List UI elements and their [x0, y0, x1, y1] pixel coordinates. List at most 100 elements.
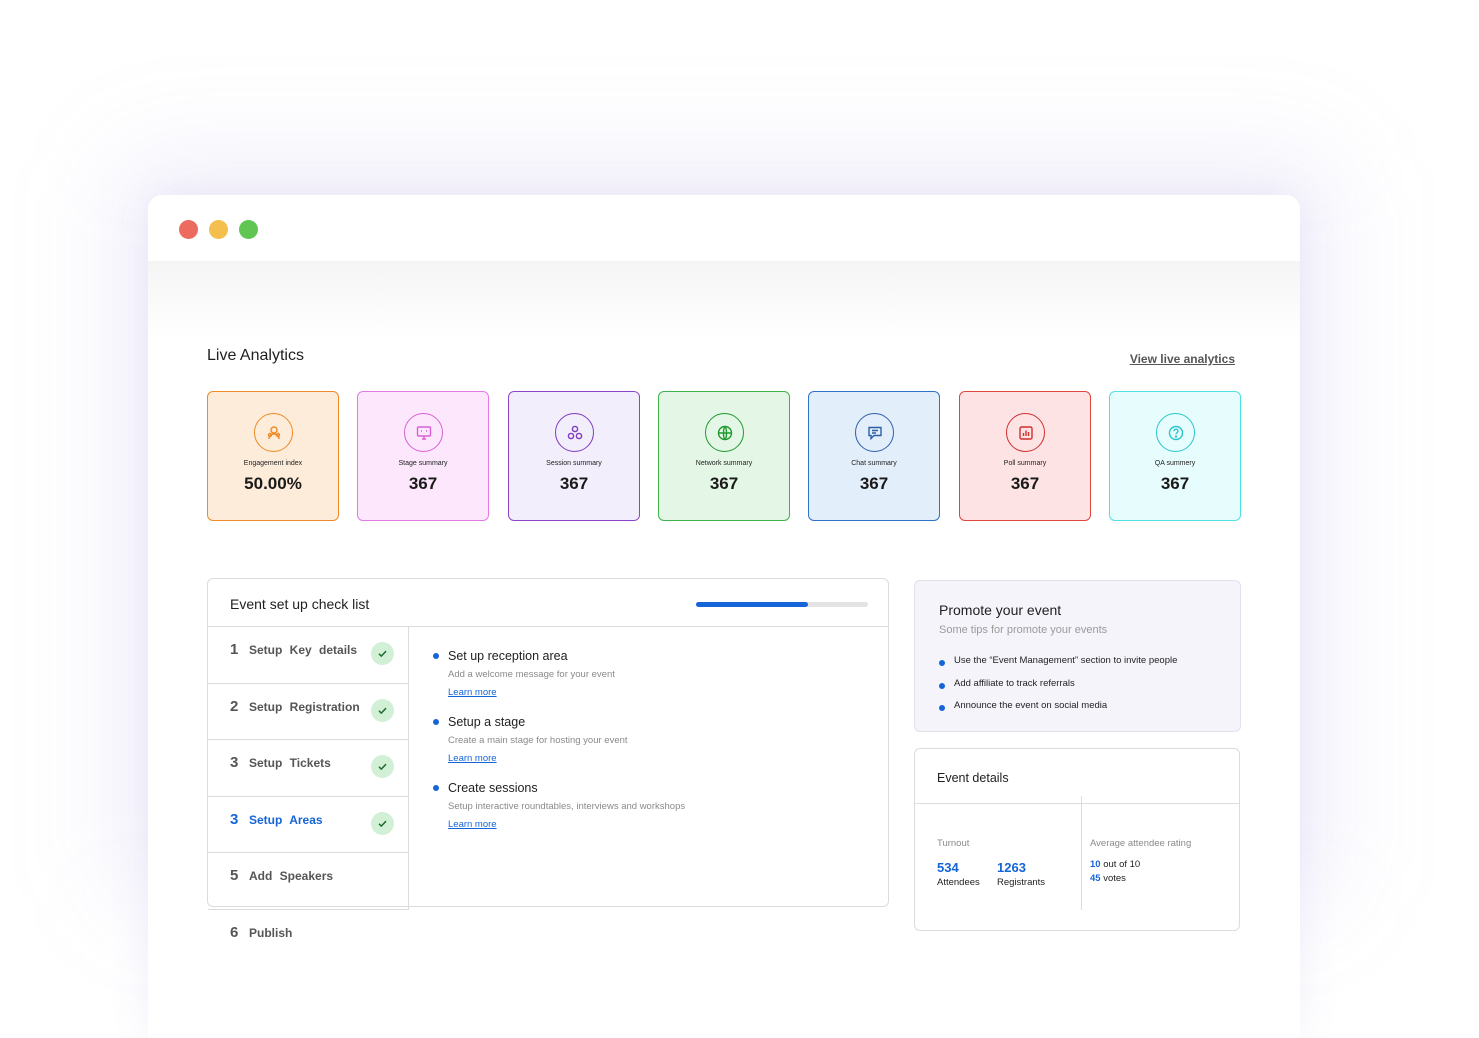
card-value: 367	[1010, 474, 1040, 493]
step-label: Add Speakers	[249, 869, 334, 883]
rating-value: 10 out of 10	[1090, 859, 1140, 870]
task-item: Set up reception area Add a welcome mess…	[430, 649, 870, 715]
promote-event-panel: Promote your event Some tips for promote…	[914, 580, 1241, 732]
event-details-title: Event details	[937, 771, 1009, 785]
maximize-window-button[interactable]	[239, 220, 258, 239]
chat-summary-card[interactable]: Chat summary 367	[808, 391, 940, 521]
task-description: Add a welcome message for your event	[448, 669, 615, 680]
cluster-icon	[555, 413, 594, 452]
step-number: 6	[230, 923, 239, 941]
step-setup-tickets[interactable]: 3 Setup Tickets	[208, 740, 409, 797]
rating-suffix: out of 10	[1100, 859, 1141, 870]
attendees-count: 534	[937, 860, 959, 875]
view-live-analytics-link[interactable]: View live analytics	[1130, 352, 1235, 366]
checkmark-icon	[371, 811, 394, 835]
poll-summary-card[interactable]: Poll summary 367	[959, 391, 1091, 521]
step-number: 3	[230, 754, 239, 771]
card-label: QA summery	[1154, 460, 1196, 467]
card-label: Engagement index	[243, 460, 303, 467]
task-title: Create sessions	[448, 781, 538, 795]
checklist-title: Event set up check list	[230, 596, 370, 612]
card-label: Poll summary	[1003, 460, 1047, 467]
card-label: Stage summary	[398, 460, 448, 467]
votes-number: 45	[1090, 873, 1101, 884]
chat-icon	[855, 413, 894, 452]
task-item: Create sessions Setup interactive roundt…	[430, 781, 870, 847]
card-value: 367	[859, 474, 889, 493]
network-summary-card[interactable]: Network summary 367	[658, 391, 790, 521]
card-value: 367	[559, 474, 589, 493]
card-label: Session summary	[546, 460, 602, 467]
step-label: Setup Areas	[249, 812, 323, 827]
checklist-tasks: Set up reception area Add a welcome mess…	[430, 649, 870, 847]
step-setup-areas[interactable]: 3 Setup Areas	[208, 796, 409, 853]
learn-more-link[interactable]: Learn more	[448, 819, 497, 830]
step-label: Setup Tickets	[249, 756, 331, 770]
rating-label: Average attendee rating	[1090, 838, 1192, 849]
tip-text: Add affiliate to track referrals	[954, 677, 1075, 689]
card-label: Chat summary	[851, 460, 897, 467]
step-number: 3	[230, 810, 239, 828]
checklist-progress-fill	[696, 602, 808, 607]
registrants-count: 1263	[997, 860, 1026, 875]
votes-value: 45 votes	[1090, 873, 1126, 884]
bullet-icon	[939, 682, 945, 689]
step-label: Setup Key details	[249, 643, 358, 657]
step-label: Setup Registration	[249, 699, 360, 714]
engagement-index-card[interactable]: Engagement index 50.00%	[207, 391, 339, 521]
qa-summary-card[interactable]: QA summery 367	[1109, 391, 1241, 521]
card-value: 367	[709, 474, 739, 493]
task-description: Create a main stage for hosting your eve…	[448, 735, 628, 746]
bullet-icon	[433, 653, 439, 659]
window-titlebar	[148, 195, 1300, 261]
attendees-label: Attendees	[937, 877, 980, 888]
question-icon	[1156, 413, 1195, 452]
setup-checklist-panel: Event set up check list 1 Setup Key deta…	[207, 578, 889, 941]
divider	[1081, 796, 1082, 910]
step-add-speakers[interactable]: 5 Add Speakers	[208, 853, 409, 910]
promote-subtitle: Some tips for promote your events	[939, 624, 1108, 636]
checkmark-icon	[371, 698, 394, 722]
screen-icon	[404, 413, 443, 452]
card-value: 50.00%	[244, 474, 302, 493]
checkmark-icon	[371, 755, 394, 778]
rating-number: 10	[1090, 859, 1101, 870]
step-setup-registration[interactable]: 2 Setup Registration	[208, 683, 409, 740]
checkmark-icon	[371, 642, 394, 665]
tip-text: Use the “Event Management” section to in…	[954, 655, 1178, 666]
globe-icon	[705, 413, 744, 452]
divider	[915, 803, 1239, 804]
card-value: 367	[1160, 474, 1190, 493]
checklist-progress-bar	[696, 602, 868, 607]
checklist-steps: 1 Setup Key details 2 Setup Registration…	[208, 627, 409, 966]
attendees-stat: 534 Attendees	[937, 860, 980, 888]
event-details-panel: Event details Turnout 534 Attendees 1263…	[914, 748, 1240, 931]
app-window: Live Analytics View live analytics Engag…	[148, 195, 1300, 1038]
step-setup-key-details[interactable]: 1 Setup Key details	[208, 627, 409, 684]
close-window-button[interactable]	[179, 220, 198, 239]
step-number: 2	[230, 697, 239, 715]
stage-summary-card[interactable]: Stage summary 367	[357, 391, 489, 521]
people-icon	[254, 413, 293, 452]
live-analytics-title: Live Analytics	[207, 347, 304, 364]
votes-suffix: votes	[1100, 873, 1126, 884]
bullet-icon	[939, 705, 945, 711]
analytics-cards: Engagement index 50.00% Stage summary 36…	[207, 391, 1242, 521]
step-number: 1	[230, 641, 239, 658]
learn-more-link[interactable]: Learn more	[448, 687, 497, 698]
step-label: Publish	[249, 925, 293, 940]
tip-text: Announce the event on social media	[954, 700, 1108, 711]
task-title: Set up reception area	[448, 649, 568, 663]
session-summary-card[interactable]: Session summary 367	[508, 391, 640, 521]
task-title: Setup a stage	[448, 715, 526, 729]
toolbar-area	[148, 261, 1300, 341]
learn-more-link[interactable]: Learn more	[448, 753, 497, 764]
step-publish[interactable]: 6 Publish	[208, 910, 409, 967]
bullet-icon	[433, 719, 439, 725]
page: Live Analytics View live analytics Engag…	[0, 0, 1479, 1038]
bullet-icon	[433, 785, 439, 791]
turnout-label: Turnout	[937, 838, 970, 849]
minimize-window-button[interactable]	[209, 220, 228, 239]
bullet-icon	[939, 660, 945, 666]
card-value: 367	[408, 474, 438, 493]
